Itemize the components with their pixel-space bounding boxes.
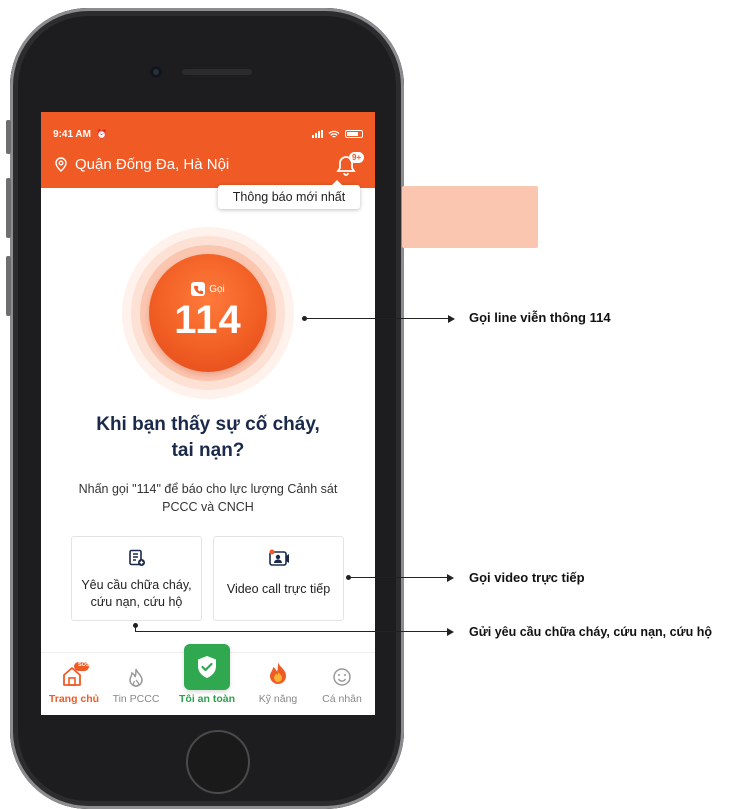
nav-item-home[interactable]: SOS Trang chủ bbox=[41, 653, 107, 715]
annotation-video-call: Gọi video trực tiếp bbox=[469, 570, 585, 585]
nav-item-skills[interactable]: Kỹ năng bbox=[245, 653, 311, 715]
call-label: Gọi bbox=[209, 283, 225, 295]
shield-check-icon bbox=[198, 656, 216, 678]
request-rescue-button[interactable]: Yêu cầu chữa cháy, cứu nạn, cứu hộ bbox=[71, 536, 202, 621]
skills-fire-icon bbox=[270, 662, 286, 684]
nav-item-fire-news[interactable]: Tin PCCC bbox=[103, 653, 169, 715]
location-selector[interactable]: Quận Đống Đa, Hà Nội bbox=[55, 156, 229, 173]
front-camera bbox=[150, 66, 162, 78]
location-text: Quận Đống Đa, Hà Nội bbox=[75, 156, 230, 173]
annotation-line-request bbox=[135, 631, 447, 632]
nav-label-skills: Kỹ năng bbox=[258, 693, 298, 705]
signal-icon bbox=[312, 130, 323, 138]
heading-line-2: tai nạn? bbox=[171, 440, 245, 461]
mute-switch[interactable] bbox=[6, 120, 11, 154]
nav-label-home: Trang chủ bbox=[48, 693, 100, 705]
page-heading: Khi bạn thấy sự cố cháy, tai nạn? bbox=[41, 412, 375, 464]
notification-bell[interactable]: 9+ bbox=[336, 152, 365, 176]
annotation-arrow-call bbox=[448, 314, 455, 323]
notification-badge: 9+ bbox=[349, 152, 365, 163]
power-button[interactable] bbox=[402, 186, 538, 248]
call-114-button[interactable]: Gọi 114 bbox=[149, 254, 267, 372]
home-button[interactable] bbox=[186, 730, 250, 794]
notification-tooltip[interactable]: Thông báo mới nhất bbox=[218, 180, 360, 209]
smile-icon bbox=[333, 668, 351, 686]
safe-shield-button[interactable] bbox=[184, 644, 230, 690]
status-bar: 9:41 AM ⏰ bbox=[53, 127, 363, 141]
app-screen: 9:41 AM ⏰ Quận Đống Đa, Hà Nội 9+ Thông … bbox=[41, 112, 375, 715]
annotation-line-video bbox=[349, 577, 447, 578]
call-number: 114 bbox=[174, 298, 242, 342]
nav-label-fire-news: Tin PCCC bbox=[112, 693, 160, 705]
status-time: 9:41 AM bbox=[53, 128, 91, 140]
video-call-button[interactable]: Video call trực tiếp bbox=[213, 536, 344, 621]
annotation-request: Gửi yêu cầu chữa cháy, cứu nạn, cứu hộ bbox=[469, 625, 712, 639]
earpiece-speaker bbox=[182, 69, 252, 75]
heading-line-1: Khi bạn thấy sự cố cháy, bbox=[96, 414, 320, 435]
video-call-icon bbox=[268, 549, 290, 567]
wifi-icon bbox=[328, 130, 340, 138]
location-pin-icon bbox=[55, 157, 67, 172]
volume-down-button[interactable] bbox=[6, 256, 11, 316]
volume-up-button[interactable] bbox=[6, 178, 11, 238]
instruction-text: Nhấn gọi "114" để báo cho lực lượng Cảnh… bbox=[78, 482, 338, 514]
nav-label-profile: Cá nhân bbox=[322, 693, 362, 705]
sos-badge: SOS bbox=[78, 662, 90, 668]
annotation-arrow-request bbox=[447, 627, 454, 636]
nav-label-safe: Tôi an toàn bbox=[179, 693, 235, 705]
stage: 9:41 AM ⏰ Quận Đống Đa, Hà Nội 9+ Thông … bbox=[0, 0, 747, 809]
request-rescue-label: Yêu cầu chữa cháy, cứu nạn, cứu hộ bbox=[81, 578, 192, 609]
alarm-icon: ⏰ bbox=[95, 128, 108, 139]
nav-item-profile[interactable]: Cá nhân bbox=[309, 653, 375, 715]
annotation-call-114: Gọi line viễn thông 114 bbox=[469, 310, 611, 325]
battery-icon bbox=[345, 130, 363, 138]
fire-news-icon bbox=[129, 668, 143, 687]
annotation-arrow-video bbox=[447, 573, 454, 582]
annotation-line-call bbox=[305, 318, 448, 319]
app-header: 9:41 AM ⏰ Quận Đống Đa, Hà Nội 9+ bbox=[41, 112, 375, 188]
video-call-label: Video call trực tiếp bbox=[226, 582, 331, 596]
phone-icon bbox=[191, 282, 206, 296]
request-form-icon bbox=[128, 549, 146, 567]
